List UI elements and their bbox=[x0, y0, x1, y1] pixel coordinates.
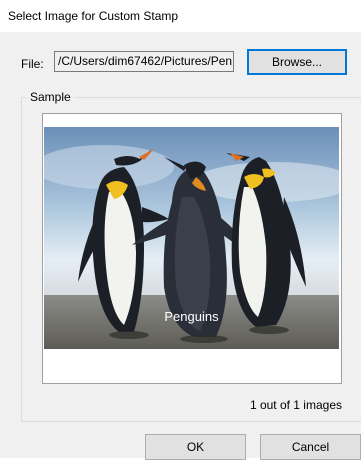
dialog-title: Select Image for Custom Stamp bbox=[8, 9, 179, 23]
browse-button[interactable]: Browse... bbox=[247, 49, 347, 75]
file-path-field[interactable]: /C/Users/dim67462/Pictures/Pen bbox=[54, 51, 234, 72]
dialog-window: Select Image for Custom Stamp File: /C/U… bbox=[0, 0, 361, 460]
sample-group-label: Sample bbox=[26, 90, 75, 104]
image-caption: Penguins bbox=[164, 309, 219, 324]
cancel-button[interactable]: Cancel bbox=[260, 434, 361, 460]
image-count: 1 out of 1 images bbox=[249, 398, 342, 412]
sample-preview-image: Penguins bbox=[44, 127, 339, 349]
ok-button[interactable]: OK bbox=[145, 434, 246, 460]
file-label: File: bbox=[21, 57, 44, 71]
title-bar: Select Image for Custom Stamp bbox=[0, 0, 361, 32]
